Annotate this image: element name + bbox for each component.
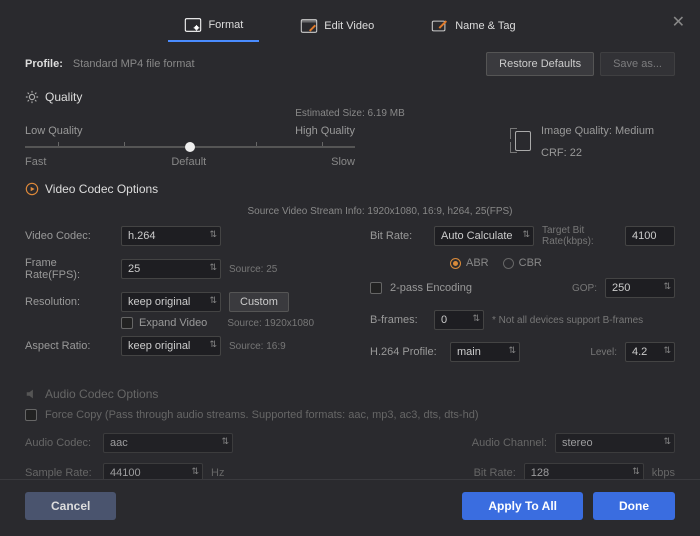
force-copy-checkbox[interactable]	[25, 409, 37, 421]
cbr-radio[interactable]: CBR	[503, 257, 542, 269]
audio-channel-select[interactable]: stereo	[555, 433, 675, 453]
custom-resolution-button[interactable]: Custom	[229, 292, 289, 312]
gop-select[interactable]: 250	[605, 278, 675, 298]
abr-radio[interactable]: ABR	[450, 257, 489, 269]
video-codec-select[interactable]: h.264	[121, 226, 221, 246]
two-pass-checkbox[interactable]	[370, 282, 382, 294]
frame-rate-select[interactable]: 25	[121, 259, 221, 279]
speaker-icon	[25, 387, 39, 401]
play-icon	[25, 182, 39, 196]
restore-defaults-button[interactable]: Restore Defaults	[486, 52, 594, 76]
image-quality-text: Image Quality: Medium	[541, 125, 654, 137]
done-button[interactable]: Done	[593, 492, 675, 520]
document-icon	[515, 131, 531, 151]
audio-codec-select[interactable]: aac	[103, 433, 233, 453]
video-codec-section-title: Video Codec Options	[25, 182, 675, 196]
format-icon	[184, 18, 202, 32]
edit-video-icon	[300, 19, 318, 33]
slider-thumb[interactable]	[185, 142, 195, 152]
target-bit-rate-input[interactable]	[625, 226, 675, 246]
b-frames-select[interactable]: 0	[434, 310, 484, 330]
tab-format[interactable]: Format	[168, 10, 259, 42]
tab-edit-video[interactable]: Edit Video	[284, 10, 390, 42]
source-video-info: Source Video Stream Info: 1920x1080, 16:…	[25, 206, 675, 217]
audio-codec-section-title: Audio Codec Options	[25, 387, 675, 401]
gear-icon	[25, 90, 39, 104]
profile-value: Standard MP4 file format	[73, 58, 195, 70]
apply-to-all-button[interactable]: Apply To All	[462, 492, 583, 520]
quality-section-title: Quality	[25, 90, 675, 104]
h264-profile-select[interactable]: main	[450, 342, 520, 362]
crf-text: CRF: 22	[541, 147, 654, 159]
tab-name-tag[interactable]: Name & Tag	[415, 10, 531, 42]
resolution-select[interactable]: keep original	[121, 292, 221, 312]
quality-slider[interactable]: Low Quality High Quality Fast Default Sl…	[25, 125, 355, 168]
h264-level-select[interactable]: 4.2	[625, 342, 675, 362]
estimated-size: Estimated Size: 6.19 MB	[25, 108, 675, 119]
name-tag-icon	[431, 19, 449, 33]
cancel-button[interactable]: Cancel	[25, 492, 116, 520]
bit-rate-select[interactable]: Auto Calculate	[434, 226, 534, 246]
close-icon[interactable]: ✕	[672, 12, 685, 32]
save-as-button[interactable]: Save as...	[600, 52, 675, 76]
expand-video-checkbox[interactable]	[121, 317, 133, 329]
profile-label: Profile:	[25, 58, 63, 70]
aspect-ratio-select[interactable]: keep original	[121, 336, 221, 356]
